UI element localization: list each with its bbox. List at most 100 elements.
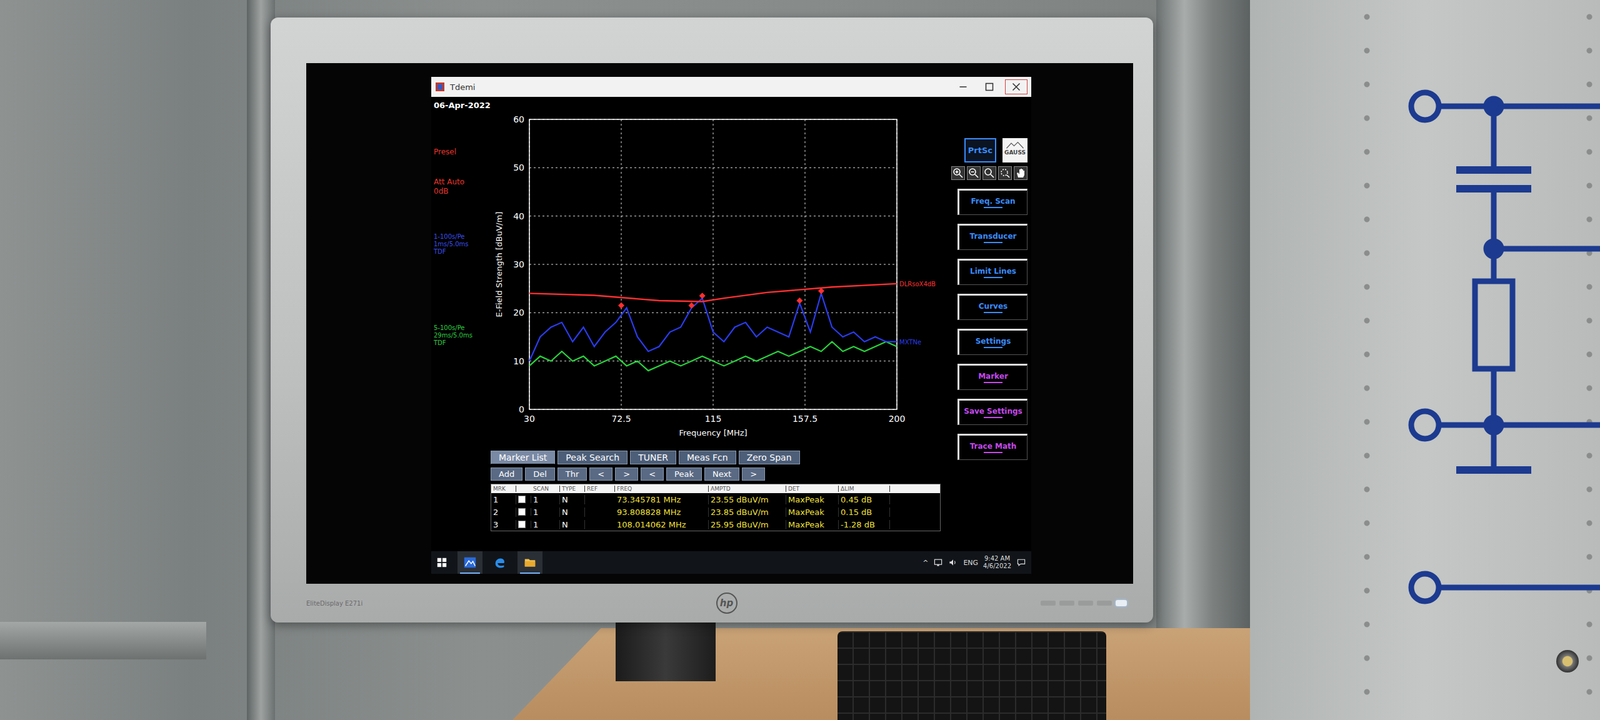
zoom-fit-icon[interactable] bbox=[982, 166, 997, 180]
toolbar-button[interactable]: Thr bbox=[557, 467, 588, 481]
row-checkbox[interactable] bbox=[518, 495, 526, 504]
grid-line bbox=[713, 119, 714, 410]
table-cell: 93.808828 MHz bbox=[615, 507, 709, 517]
table-cell: 2 bbox=[491, 507, 517, 517]
tray-chevron[interactable]: ^ bbox=[922, 558, 929, 567]
tab[interactable]: Meas Fcn bbox=[678, 450, 737, 465]
maximize-icon[interactable] bbox=[978, 80, 1000, 94]
zoom-out-icon[interactable] bbox=[966, 166, 981, 180]
wall-bracket bbox=[0, 621, 207, 660]
setting-label: 1ms/5.0ms bbox=[433, 240, 489, 249]
x-tick: 115 bbox=[705, 413, 722, 424]
y-tick: 60 bbox=[513, 114, 525, 125]
limit-label: DLRsoX4dB bbox=[899, 280, 936, 288]
window-title: Tdemi bbox=[450, 82, 475, 92]
sidebar-button[interactable]: Transducer bbox=[957, 223, 1028, 250]
toolbar-button[interactable]: < bbox=[640, 467, 664, 481]
taskbar-app[interactable] bbox=[517, 551, 543, 574]
hardware-button[interactable] bbox=[1078, 600, 1094, 606]
table-row[interactable]: 3 1N108.014062 MHz25.95 dBuV/mMaxPeak-1.… bbox=[491, 518, 940, 531]
taskbar-app[interactable] bbox=[457, 551, 483, 574]
tab[interactable]: Zero Span bbox=[738, 450, 800, 465]
column-header: MRK bbox=[491, 485, 517, 492]
table-cell: 1 bbox=[531, 495, 560, 505]
tab[interactable]: Peak Search bbox=[557, 450, 628, 465]
power-button[interactable] bbox=[1115, 600, 1127, 607]
marker-point[interactable] bbox=[618, 302, 625, 309]
toolbar-button[interactable]: Del bbox=[525, 467, 555, 481]
x-axis-title: Frequency [MHz] bbox=[678, 428, 747, 438]
taskbar-app[interactable] bbox=[487, 551, 513, 574]
keyboard[interactable] bbox=[837, 631, 1107, 720]
language-indicator[interactable]: ENG bbox=[963, 558, 979, 567]
app-indicator bbox=[490, 572, 510, 574]
toolbar-button[interactable]: < bbox=[589, 467, 613, 481]
hardware-button[interactable] bbox=[1096, 600, 1112, 606]
windows-start-icon[interactable] bbox=[436, 556, 448, 569]
hardware-button[interactable] bbox=[1059, 600, 1075, 606]
row-checkbox[interactable] bbox=[518, 508, 526, 516]
toolbar-button[interactable]: Add bbox=[490, 467, 523, 481]
hand-icon[interactable] bbox=[1013, 166, 1028, 180]
table-cell: 73.345781 MHz bbox=[615, 495, 709, 505]
setting-label: Presel bbox=[433, 147, 489, 157]
table-cell: 25.95 dBuV/m bbox=[708, 520, 787, 530]
tab[interactable]: Marker List bbox=[490, 450, 555, 465]
speaker-icon[interactable] bbox=[948, 557, 959, 568]
monitor-stand bbox=[615, 618, 716, 682]
marker-point[interactable] bbox=[699, 292, 706, 299]
table-row[interactable]: 2 1N93.808828 MHz23.85 dBuV/mMaxPeak0.15… bbox=[491, 505, 940, 519]
close-icon[interactable] bbox=[1005, 79, 1028, 95]
column-header: AMPTD bbox=[708, 485, 787, 492]
button-label: Limit Lines bbox=[970, 266, 1017, 276]
zoom-region-icon[interactable] bbox=[998, 166, 1012, 180]
tab[interactable]: TUNER bbox=[630, 450, 677, 465]
marker-point[interactable] bbox=[796, 297, 803, 304]
sidebar-button[interactable]: Freq. Scan bbox=[957, 188, 1028, 215]
sidebar-button[interactable]: Curves bbox=[957, 293, 1028, 320]
sidebar-button[interactable]: Save Settings bbox=[957, 398, 1028, 425]
toolbar-button[interactable]: Next bbox=[704, 467, 740, 481]
setting-label: 29ms/5.0ms bbox=[433, 331, 489, 340]
print-screen-button[interactable]: PrtSc bbox=[964, 138, 997, 163]
monitor: Tdemi 06-Apr-2022 PreselAtt Auto0dB1-100… bbox=[270, 17, 1154, 623]
grid-line bbox=[621, 119, 622, 410]
folder-icon bbox=[523, 555, 537, 570]
label-group: Att Auto0dB bbox=[433, 177, 489, 196]
marker-point[interactable] bbox=[688, 302, 695, 309]
zoom-in-icon[interactable] bbox=[951, 166, 965, 180]
button-label: Save Settings bbox=[963, 406, 1023, 416]
marker-point[interactable] bbox=[818, 288, 825, 295]
table-cell: 3 bbox=[491, 520, 517, 530]
toolbar-button[interactable]: > bbox=[615, 467, 639, 481]
setting-label: 0dB bbox=[433, 186, 489, 196]
clock[interactable]: 9:42 AM 4/6/2022 bbox=[983, 555, 1012, 570]
button-underline bbox=[983, 416, 1003, 419]
network-icon[interactable] bbox=[933, 557, 944, 568]
toolbar-button[interactable]: > bbox=[741, 467, 765, 481]
sidebar-button[interactable]: Trace Math bbox=[957, 433, 1028, 460]
table-header: MRK SCANTYPEREFFREQAMPTDDETΔLIM bbox=[491, 484, 940, 494]
column-header: TYPE bbox=[560, 485, 585, 492]
sidebar-button[interactable]: Settings bbox=[957, 328, 1028, 355]
row-checkbox[interactable] bbox=[518, 520, 526, 529]
toolbar-button[interactable]: Peak bbox=[666, 467, 702, 481]
hardware-button[interactable] bbox=[1040, 600, 1056, 606]
monitor-chin: EliteDisplay E271i hp bbox=[306, 583, 1134, 623]
edge-browser-icon bbox=[493, 555, 507, 570]
table-row[interactable]: 1 1N73.345781 MHz23.55 dBuV/mMaxPeak0.45… bbox=[491, 493, 940, 506]
table-cell: -1.28 dB bbox=[838, 520, 890, 530]
spectrum-chart: 01020304050603072.5115157.5200E-Field St… bbox=[490, 96, 941, 447]
setting-label: Att Auto bbox=[433, 177, 489, 187]
column-header: DET bbox=[786, 485, 839, 492]
table-cell: 23.85 dBuV/m bbox=[708, 507, 787, 517]
label-group: Presel bbox=[433, 147, 489, 157]
minimize-icon[interactable] bbox=[952, 80, 974, 94]
sidebar-button[interactable]: Limit Lines bbox=[957, 258, 1028, 285]
button-underline bbox=[983, 451, 1003, 454]
y-tick: 40 bbox=[513, 211, 525, 222]
settings-labels: 06-Apr-2022 PreselAtt Auto0dB1-100s/Pe1m… bbox=[431, 96, 491, 552]
sidebar-button[interactable]: Marker bbox=[957, 363, 1028, 390]
notification-icon[interactable] bbox=[1016, 557, 1027, 568]
y-axis-title: E-Field Strength [dBuV/m] bbox=[494, 211, 504, 318]
